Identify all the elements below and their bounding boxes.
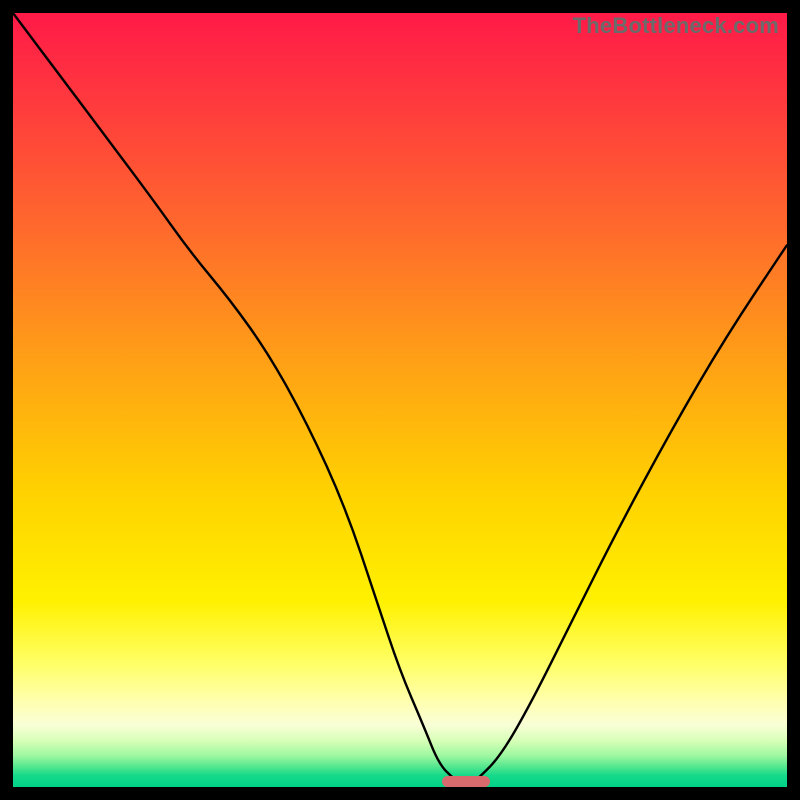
plot-area: TheBottleneck.com bbox=[13, 13, 787, 787]
optimal-marker bbox=[442, 776, 490, 787]
bottleneck-curve bbox=[13, 13, 787, 787]
chart-frame: TheBottleneck.com bbox=[0, 0, 800, 800]
